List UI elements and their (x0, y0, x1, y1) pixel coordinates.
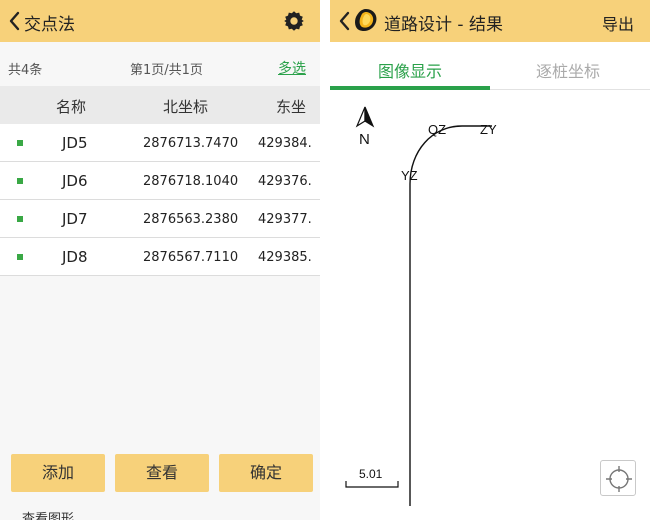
page-title: 道路设计 - 结果 (384, 15, 503, 35)
intersection-method-panel: 交点法 共4条 第1页/共1页 多选 名称 北坐标 东坐 JD5 2876713… (0, 0, 320, 520)
north-label: N (359, 131, 370, 148)
locate-button[interactable] (600, 460, 636, 496)
tab-image-display[interactable]: 图像显示 (378, 58, 442, 82)
row-name: JD6 (62, 172, 88, 190)
confirm-button[interactable]: 确定 (219, 454, 313, 492)
road-alignment-line (409, 125, 492, 506)
gear-icon[interactable] (282, 9, 306, 33)
page-title: 交点法 (24, 15, 75, 35)
multi-select-link[interactable]: 多选 (278, 58, 306, 78)
left-title-bar: 交点法 (0, 0, 320, 42)
back-icon[interactable] (4, 8, 26, 34)
zy-label: ZY (480, 122, 497, 137)
row-north: 2876718.1040 (143, 174, 239, 189)
right-title-bar: 道路设计 - 结果 导出 (330, 0, 650, 42)
row-name: JD8 (62, 248, 88, 266)
row-name: JD7 (62, 210, 88, 228)
column-header-east: 东坐 (276, 98, 307, 116)
alignment-drawing-canvas[interactable]: N QZ ZY YZ 5.01 (330, 96, 650, 506)
table-row[interactable]: JD6 2876718.1040 429376. (0, 162, 320, 200)
row-east: 429377. (258, 212, 312, 227)
qz-label: QZ (428, 122, 446, 137)
row-marker-icon (17, 216, 23, 222)
action-bar: 添加 查看 确定 (0, 446, 320, 502)
table-header: 名称 北坐标 东坐 (0, 86, 320, 124)
row-name: JD5 (62, 134, 88, 152)
row-marker-icon (17, 140, 23, 146)
alignment-drawing: N QZ ZY YZ 5.01 (345, 106, 497, 506)
active-tab-indicator (330, 86, 490, 90)
column-header-north: 北坐标 (163, 98, 209, 116)
table-row[interactable]: JD5 2876713.7470 429384. (0, 124, 320, 162)
view-graphic-label: 查看图形 (22, 512, 75, 520)
north-arrow-icon (364, 106, 375, 128)
table-row[interactable]: JD7 2876563.2380 429377. (0, 200, 320, 238)
road-design-result-panel: 道路设计 - 结果 导出 图像显示 逐桩坐标 N QZ ZY YZ 5.01 (330, 0, 650, 520)
add-button[interactable]: 添加 (11, 454, 105, 492)
tab-stake-coordinates[interactable]: 逐桩坐标 (536, 58, 600, 82)
view-button[interactable]: 查看 (115, 454, 209, 492)
result-tabs: 图像显示 逐桩坐标 (330, 48, 650, 92)
tab-divider (490, 89, 650, 90)
row-marker-icon (17, 178, 23, 184)
scale-label: 5.01 (359, 467, 383, 481)
record-count: 共4条 (8, 63, 43, 78)
row-east: 429384. (258, 136, 312, 151)
yz-label: YZ (401, 168, 418, 183)
table-row[interactable]: JD8 2876567.7110 429385. (0, 238, 320, 276)
page-indicator: 第1页/共1页 (130, 63, 203, 78)
column-header-name: 名称 (56, 98, 87, 116)
row-east: 429376. (258, 174, 312, 189)
row-north: 2876563.2380 (143, 212, 239, 227)
row-marker-icon (17, 254, 23, 260)
row-north: 2876713.7470 (143, 136, 239, 151)
export-button[interactable]: 导出 (602, 11, 634, 35)
row-north: 2876567.7110 (143, 250, 239, 265)
row-east: 429385. (258, 250, 312, 265)
scale-bar (345, 481, 399, 488)
road-design-app-icon (355, 9, 377, 32)
north-arrow-icon (355, 106, 366, 128)
list-info-bar: 共4条 第1页/共1页 多选 (0, 50, 320, 84)
crosshair-icon (606, 466, 632, 492)
